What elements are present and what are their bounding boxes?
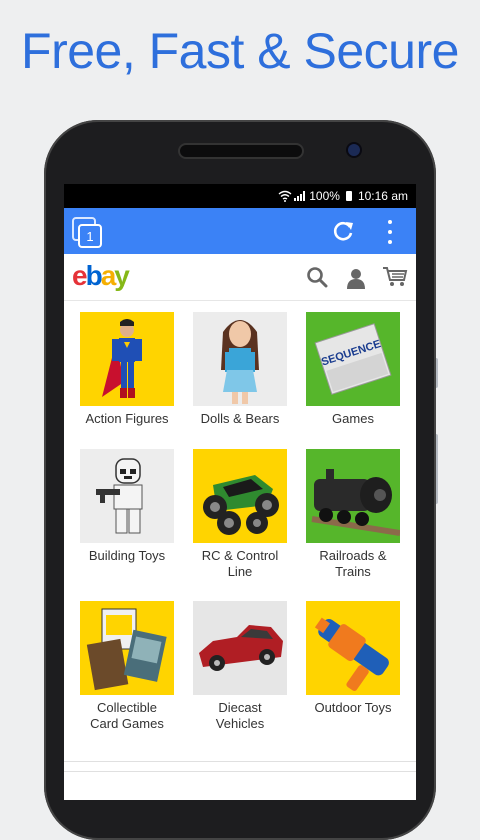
building-toy-image bbox=[80, 449, 174, 543]
category-label: RC & Control Line bbox=[201, 548, 279, 579]
next-section-card bbox=[64, 771, 416, 800]
category-grid: Action Figures Dolls & Bears SEQUENCE Ga… bbox=[64, 301, 416, 762]
category-label: Collectible Card Games bbox=[90, 700, 164, 731]
account-icon[interactable] bbox=[345, 267, 367, 289]
category-label: Action Figures bbox=[85, 411, 169, 426]
promo-headline: Free, Fast & Secure bbox=[21, 23, 459, 79]
outdoor-toy-image bbox=[306, 601, 400, 695]
category-building-toys[interactable]: Building Toys bbox=[71, 449, 183, 564]
site-header: ebay bbox=[64, 254, 416, 301]
phone-screen: 100% 10:16 am 1 ebay Action Figures Doll… bbox=[64, 184, 416, 800]
category-outdoor-toys[interactable]: Outdoor Toys bbox=[297, 601, 409, 716]
logo-letter-b: b bbox=[85, 260, 103, 291]
overflow-menu-icon[interactable] bbox=[386, 220, 394, 244]
category-label: Games bbox=[332, 411, 374, 426]
category-collectible-card-games[interactable]: Collectible Card Games bbox=[71, 601, 183, 732]
status-time: 10:16 am bbox=[357, 189, 408, 203]
battery-percent: 100% bbox=[309, 189, 340, 203]
rc-truck-image bbox=[193, 449, 287, 543]
wifi-icon bbox=[278, 190, 292, 202]
category-dolls-bears[interactable]: Dolls & Bears bbox=[184, 312, 296, 427]
category-label: Building Toys bbox=[88, 548, 166, 563]
category-label: Diecast Vehicles bbox=[215, 700, 265, 731]
signal-icon bbox=[294, 191, 306, 201]
game-box-image: SEQUENCE bbox=[306, 312, 400, 406]
tabs-icon[interactable]: 1 bbox=[72, 217, 102, 248]
doll-image bbox=[193, 312, 287, 406]
reload-icon[interactable] bbox=[330, 218, 356, 244]
status-bar: 100% 10:16 am bbox=[64, 184, 416, 208]
logo-letter-y: y bbox=[114, 260, 130, 291]
browser-toolbar: 1 bbox=[64, 208, 416, 254]
tab-count: 1 bbox=[78, 224, 102, 248]
category-label: Dolls & Bears bbox=[200, 411, 280, 426]
ebay-logo[interactable]: ebay bbox=[72, 260, 130, 292]
category-rc-control-line[interactable]: RC & Control Line bbox=[184, 449, 296, 580]
cart-icon[interactable] bbox=[382, 266, 408, 288]
phone-speaker bbox=[178, 143, 304, 159]
logo-letter-a: a bbox=[100, 260, 117, 291]
logo-letter-e: e bbox=[72, 260, 88, 291]
front-camera bbox=[348, 144, 360, 156]
category-action-figures[interactable]: Action Figures bbox=[71, 312, 183, 427]
battery-icon bbox=[345, 191, 352, 201]
category-games[interactable]: SEQUENCE Games bbox=[297, 312, 409, 427]
category-railroads-trains[interactable]: Railroads & Trains bbox=[297, 449, 409, 580]
category-label: Railroads & Trains bbox=[319, 548, 387, 579]
train-image bbox=[306, 449, 400, 543]
card-game-image bbox=[80, 601, 174, 695]
search-icon[interactable] bbox=[306, 266, 328, 288]
action-figure-image bbox=[80, 312, 174, 406]
category-label: Outdoor Toys bbox=[314, 700, 392, 715]
category-diecast-vehicles[interactable]: Diecast Vehicles bbox=[184, 601, 296, 732]
diecast-car-image bbox=[193, 601, 287, 695]
